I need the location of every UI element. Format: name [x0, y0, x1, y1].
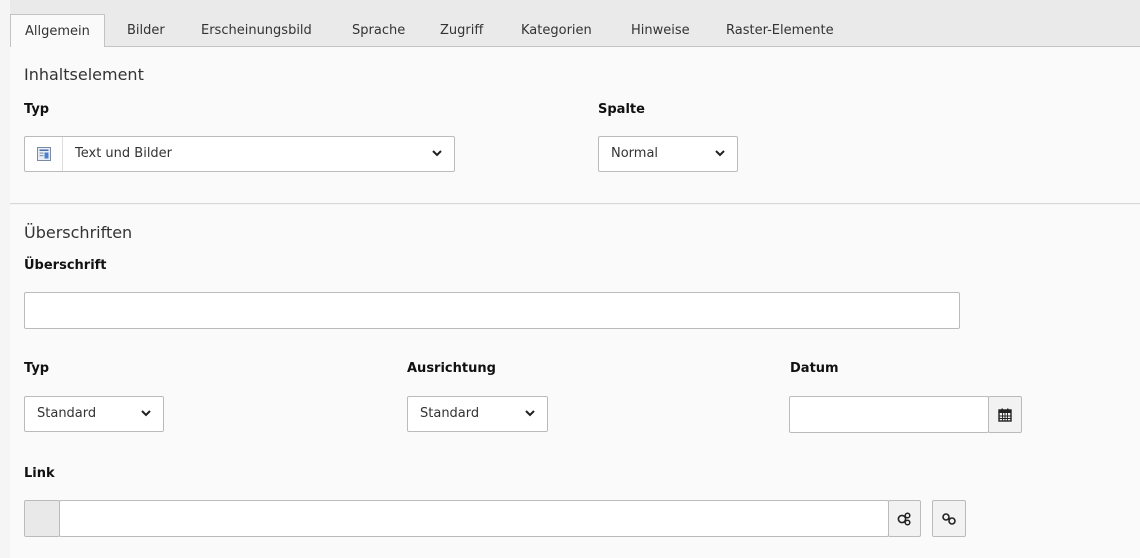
unlink-button[interactable] — [932, 500, 966, 537]
link-type-indicator — [24, 500, 60, 537]
header-input[interactable] — [24, 292, 960, 329]
tab-sprache[interactable]: Sprache — [338, 14, 419, 47]
tab-zugriff[interactable]: Zugriff — [426, 14, 497, 47]
header-type-select[interactable]: Standard — [24, 396, 164, 432]
header-type-value: Standard — [37, 406, 97, 421]
alignment-select[interactable]: Standard — [407, 396, 548, 432]
content-type-icon-box — [25, 137, 63, 171]
type-label: Typ — [24, 102, 50, 117]
content-element-section: Inhaltselement Typ Text und Bilder Spalt… — [10, 47, 1140, 204]
column-select[interactable]: Normal — [598, 136, 738, 172]
column-value: Normal — [611, 146, 659, 161]
tab-bilder[interactable]: Bilder — [113, 14, 179, 47]
tab-erscheinungsbild[interactable]: Erscheinungsbild — [187, 14, 326, 47]
content-type-select[interactable]: Text und Bilder — [24, 136, 455, 172]
link-input[interactable] — [59, 500, 889, 537]
chevron-down-icon — [141, 410, 151, 417]
content-type-value: Text und Bilder — [75, 146, 173, 161]
tab-kategorien[interactable]: Kategorien — [507, 14, 606, 47]
header-label: Überschrift — [24, 258, 107, 273]
tab-raster-elemente[interactable]: Raster-Elemente — [712, 14, 848, 47]
alignment-label: Ausrichtung — [407, 361, 496, 376]
chevron-down-icon — [432, 150, 442, 157]
alignment-value: Standard — [420, 406, 480, 421]
date-input[interactable] — [789, 396, 989, 433]
section-title-headers: Überschriften — [24, 223, 133, 242]
chevron-down-icon — [525, 410, 535, 417]
section-title-content-element: Inhaltselement — [24, 65, 144, 84]
link-browser-button[interactable] — [888, 500, 921, 537]
date-label: Datum — [790, 361, 839, 376]
link-icon — [942, 512, 956, 525]
header-type-label: Typ — [24, 361, 50, 376]
tab-bar: Allgemein Bilder Erscheinungsbild Sprach… — [10, 0, 1140, 48]
column-label: Spalte — [598, 102, 645, 117]
link-browser-icon — [897, 511, 911, 526]
calendar-icon — [998, 408, 1012, 422]
tab-hinweise[interactable]: Hinweise — [617, 14, 704, 47]
calendar-button[interactable] — [988, 396, 1022, 433]
link-label: Link — [24, 466, 55, 481]
tab-allgemein[interactable]: Allgemein — [10, 14, 105, 48]
chevron-down-icon — [715, 150, 725, 157]
content-text-image-icon — [37, 147, 51, 161]
headers-section: Überschriften Überschrift Typ Standard A… — [10, 205, 1140, 558]
